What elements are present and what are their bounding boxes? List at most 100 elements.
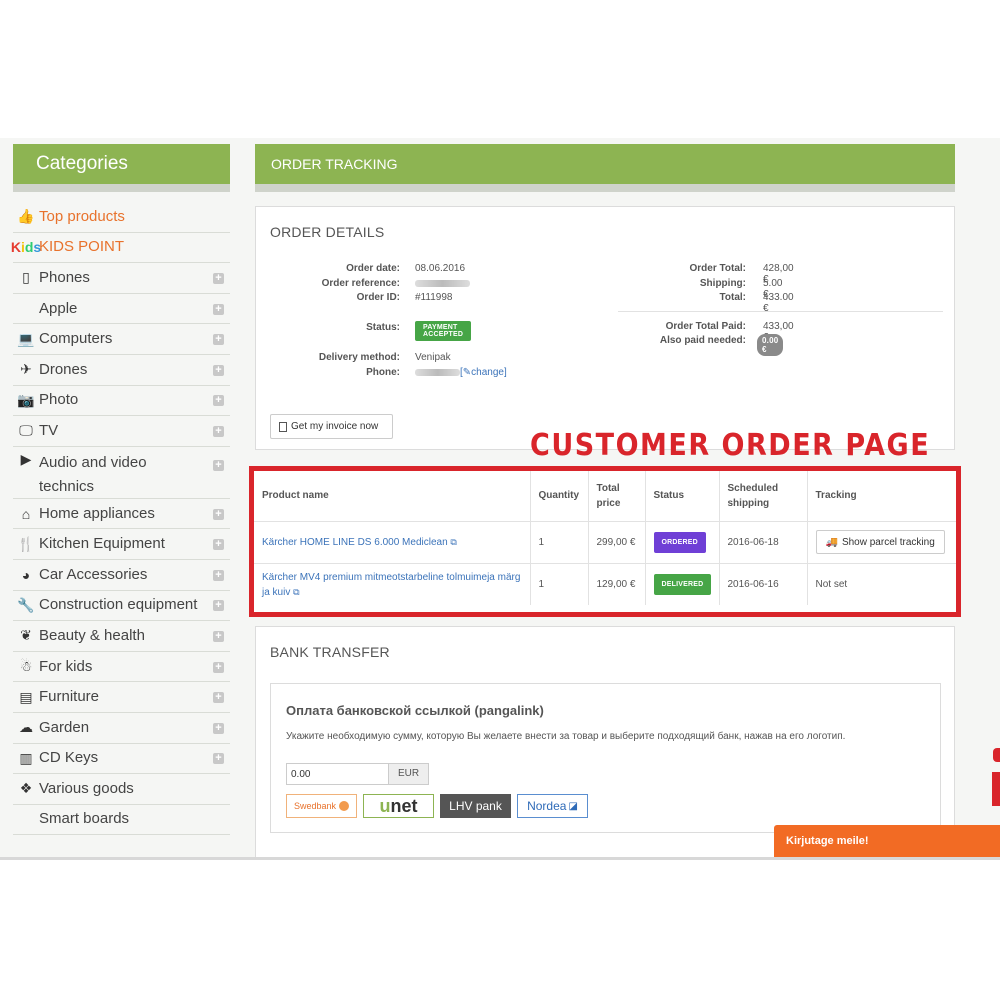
expand-plus-icon[interactable]: + (213, 661, 224, 673)
expand-plus-icon[interactable]: + (213, 600, 224, 612)
col-total-price: Total price (588, 471, 646, 522)
pangalink-box: Оплата банковской ссылкой (pangalink) Ук… (270, 683, 941, 833)
sidebar-item-label: Audio and video technics (39, 453, 147, 495)
dashboard-icon: ◕ (21, 566, 31, 583)
order-date-label: Order date: (346, 263, 400, 274)
expand-plus-icon[interactable]: + (213, 364, 224, 376)
product-link[interactable]: Kärcher HOME LINE DS 6.000 Mediclean (262, 537, 448, 548)
change-phone-link[interactable]: change (471, 367, 504, 378)
order-tracking-title: ORDER TRACKING (255, 144, 955, 192)
sidebar-item-tv[interactable]: 🖵 TV + (13, 416, 230, 447)
payment-status-badge: PAYMENT ACCEPTED (415, 321, 472, 341)
sidebar-item-label: Home appliances (39, 504, 155, 522)
sidebar-item-kitchen-equipment[interactable]: 🍴 Kitchen Equipment + (13, 529, 230, 560)
quantity-cell: 1 (530, 563, 589, 605)
pangalink-title: Оплата банковской ссылкой (pangalink) (286, 703, 544, 718)
kids-point-logo: Kids (10, 238, 42, 255)
sidebar-item-label: For kids (39, 657, 93, 675)
total-paid-label: Order Total Paid: (665, 321, 746, 332)
home-icon: ⌂ (21, 505, 31, 522)
lhv-pank-button[interactable]: LHV pank (440, 794, 511, 818)
sidebar-item-label: Computers (39, 330, 113, 348)
col-tracking: Tracking (807, 471, 956, 522)
order-details-panel: ORDER DETAILS Order date: 08.06.2016 Ord… (255, 206, 955, 450)
product-link[interactable]: Kärcher MV4 premium mitmeotstarbeline to… (262, 572, 520, 598)
order-id-label: Order ID: (356, 292, 400, 303)
sidebar-item-label: Kitchen Equipment (39, 535, 165, 553)
archive-icon: ▤ (19, 688, 33, 705)
pencil-icon: ✎ (462, 367, 472, 378)
order-id-value: #111998 (415, 292, 453, 303)
expand-plus-icon[interactable]: + (213, 722, 224, 734)
expand-plus-icon[interactable]: + (213, 303, 224, 315)
show-parcel-tracking-button[interactable]: 🚚 Show parcel tracking (815, 530, 945, 554)
sidebar-item-car-accessories[interactable]: ◕ Car Accessories + (13, 560, 230, 591)
sidebar-item-various-goods[interactable]: ❖ Various goods (13, 774, 230, 805)
category-list: 👍 Top products Ki d s KIDS POINT ▯ Phones + Apple… (10, 202, 230, 836)
expand-plus-icon[interactable]: + (213, 753, 224, 765)
sidebar-item-label: Car Accessories (39, 565, 148, 583)
products-table: Product name Quantity Total price Status… (254, 471, 956, 605)
bank-transfer-title: BANK TRANSFER (270, 644, 390, 660)
sidebar-item-smart-boards[interactable]: Smart boards (13, 805, 230, 836)
sidebar-item-phones[interactable]: ▯ Phones + (13, 263, 230, 294)
col-scheduled-shipping: Scheduled shipping (719, 471, 808, 522)
sidebar-item-beauty-health[interactable]: ❦ Beauty & health + (13, 621, 230, 652)
expand-plus-icon[interactable]: + (213, 539, 224, 551)
expand-plus-icon[interactable]: + (213, 459, 224, 471)
also-paid-label: Also paid needed: (659, 335, 746, 346)
also-paid-badge: 0.00 € (757, 334, 784, 356)
status-label: Status: (366, 322, 400, 333)
play-icon: ▶ (20, 450, 32, 467)
expand-plus-icon[interactable]: + (213, 630, 224, 642)
order-reference-label: Order reference: (321, 278, 400, 289)
sidebar-item-construction-equipment[interactable]: 🔧 Construction equipment + (13, 591, 230, 622)
col-quantity: Quantity (530, 471, 589, 522)
sidebar-item-label: Construction equipment (39, 596, 198, 614)
sidebar-item-furniture[interactable]: ▤ Furniture + (13, 682, 230, 713)
external-link-icon: ⧉ (293, 587, 300, 598)
order-reference-blurred (415, 279, 470, 287)
expand-plus-icon[interactable]: + (213, 272, 224, 284)
sidebar-item-photo[interactable]: 📷 Photo + (13, 386, 230, 417)
expand-plus-icon[interactable]: + (213, 692, 224, 704)
status-badge: DELIVERED (653, 573, 712, 595)
sidebar-item-drones[interactable]: ✈ Drones + (13, 355, 230, 386)
sidebar-item-apple[interactable]: Apple + (13, 294, 230, 325)
sidebar-item-cd-keys[interactable]: ▥ CD Keys + (13, 744, 230, 775)
unet-u: u (379, 795, 391, 816)
sidebar-item-label: Various goods (39, 779, 134, 797)
expand-plus-icon[interactable]: + (213, 508, 224, 520)
expand-plus-icon[interactable]: + (213, 425, 224, 437)
sidebar-item-kids-point[interactable]: Ki d s KIDS POINT (10, 233, 230, 264)
quantity-cell: 1 (530, 521, 589, 564)
chat-tab[interactable]: Kirjutage meile! (774, 825, 1000, 857)
nordea-logo-icon: ◪ (568, 800, 578, 812)
sidebar-item-label: Phones (39, 268, 90, 286)
order-details-title: ORDER DETAILS (270, 224, 385, 240)
category-sidebar: Categories 👍 Top products Ki d s KIDS POINT ▯ P… (10, 144, 230, 836)
swedbank-label: Swedbank (293, 801, 337, 811)
unet-button[interactable]: u net (363, 794, 434, 818)
sidebar-item-computers[interactable]: 💻 Computers + (13, 324, 230, 355)
sidebar-item-top-products[interactable]: 👍 Top products (13, 202, 230, 233)
sidebar-item-label: Furniture (39, 688, 100, 706)
swedbank-button[interactable]: Swedbank (286, 794, 357, 818)
sidebar-item-home-appliances[interactable]: ⌂ Home appliances + (13, 499, 230, 530)
currency-addon: EUR (388, 763, 429, 785)
sidebar-item-garden[interactable]: ☁ Garden + (13, 713, 230, 744)
shipping-date-cell: 2016-06-18 (719, 521, 808, 564)
cutlery-icon: 🍴 (17, 535, 35, 552)
expand-plus-icon[interactable]: + (213, 569, 224, 581)
expand-plus-icon[interactable]: + (213, 395, 224, 407)
amount-input[interactable] (286, 763, 389, 785)
laptop-icon: 💻 (17, 330, 35, 347)
sidebar-item-audio-and-video-technics[interactable]: ▶ Audio and video technics + (13, 447, 230, 499)
sidebar-item-for-kids[interactable]: ☃ For kids + (13, 652, 230, 683)
nordea-button[interactable]: Nordea ◪ (517, 794, 588, 818)
price-cell: 299,00 € (588, 521, 646, 564)
get-invoice-button[interactable]: Get my invoice now (270, 414, 393, 439)
expand-plus-icon[interactable]: + (213, 334, 224, 346)
sidebar-item-label: TV (39, 421, 59, 439)
table-row: Kärcher MV4 premium mitmeotstarbeline to… (254, 563, 956, 605)
